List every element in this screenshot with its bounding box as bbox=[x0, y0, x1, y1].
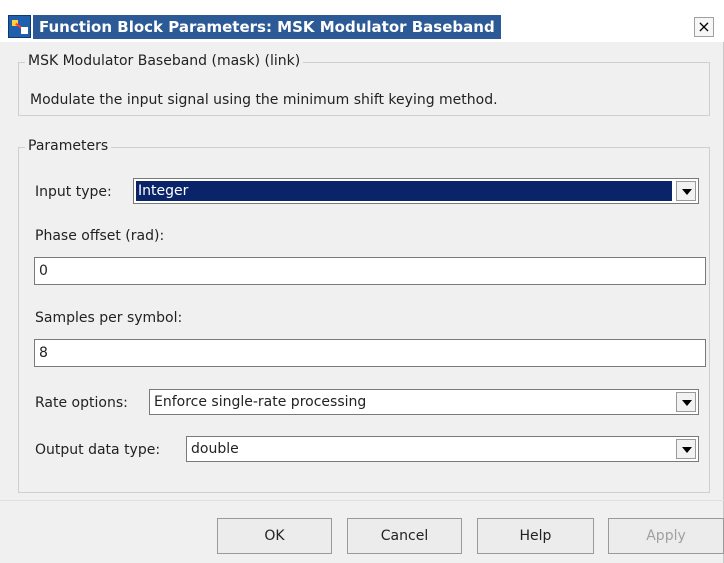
apply-button[interactable]: Apply bbox=[608, 518, 724, 554]
title-bar: Function Block Parameters: MSK Modulator… bbox=[0, 0, 724, 42]
phase-offset-input[interactable]: 0 bbox=[34, 257, 706, 285]
input-type-select[interactable]: Integer bbox=[133, 178, 699, 204]
chevron-down-icon[interactable] bbox=[676, 181, 696, 201]
rate-options-value: Enforce single-rate processing bbox=[154, 394, 367, 410]
samples-per-symbol-label: Samples per symbol: bbox=[35, 310, 183, 326]
chevron-down-icon[interactable] bbox=[676, 439, 696, 459]
output-data-type-label: Output data type: bbox=[35, 442, 161, 458]
rate-options-select[interactable]: Enforce single-rate processing bbox=[149, 389, 699, 415]
output-data-type-select[interactable]: double bbox=[186, 436, 699, 462]
input-type-label: Input type: bbox=[35, 184, 112, 200]
phase-offset-label: Phase offset (rad): bbox=[35, 228, 165, 244]
samples-per-symbol-input[interactable]: 8 bbox=[34, 339, 706, 367]
close-icon[interactable]: × bbox=[694, 17, 714, 37]
help-button[interactable]: Help bbox=[477, 518, 594, 554]
ok-button[interactable]: OK bbox=[217, 518, 332, 554]
input-type-value: Integer bbox=[136, 181, 672, 201]
cancel-button[interactable]: Cancel bbox=[347, 518, 462, 554]
rate-options-label: Rate options: bbox=[35, 395, 128, 411]
parameters-legend: Parameters bbox=[25, 138, 112, 154]
mask-legend: MSK Modulator Baseband (mask) (link) bbox=[25, 53, 304, 69]
chevron-down-icon[interactable] bbox=[676, 392, 696, 412]
function-block-parameters-dialog: Function Block Parameters: MSK Modulator… bbox=[0, 0, 724, 563]
output-data-type-value: double bbox=[191, 441, 239, 457]
mask-description: Modulate the input signal using the mini… bbox=[30, 92, 498, 108]
simulink-block-icon bbox=[8, 15, 31, 38]
window-title: Function Block Parameters: MSK Modulator… bbox=[33, 15, 501, 39]
footer-divider bbox=[0, 500, 724, 501]
